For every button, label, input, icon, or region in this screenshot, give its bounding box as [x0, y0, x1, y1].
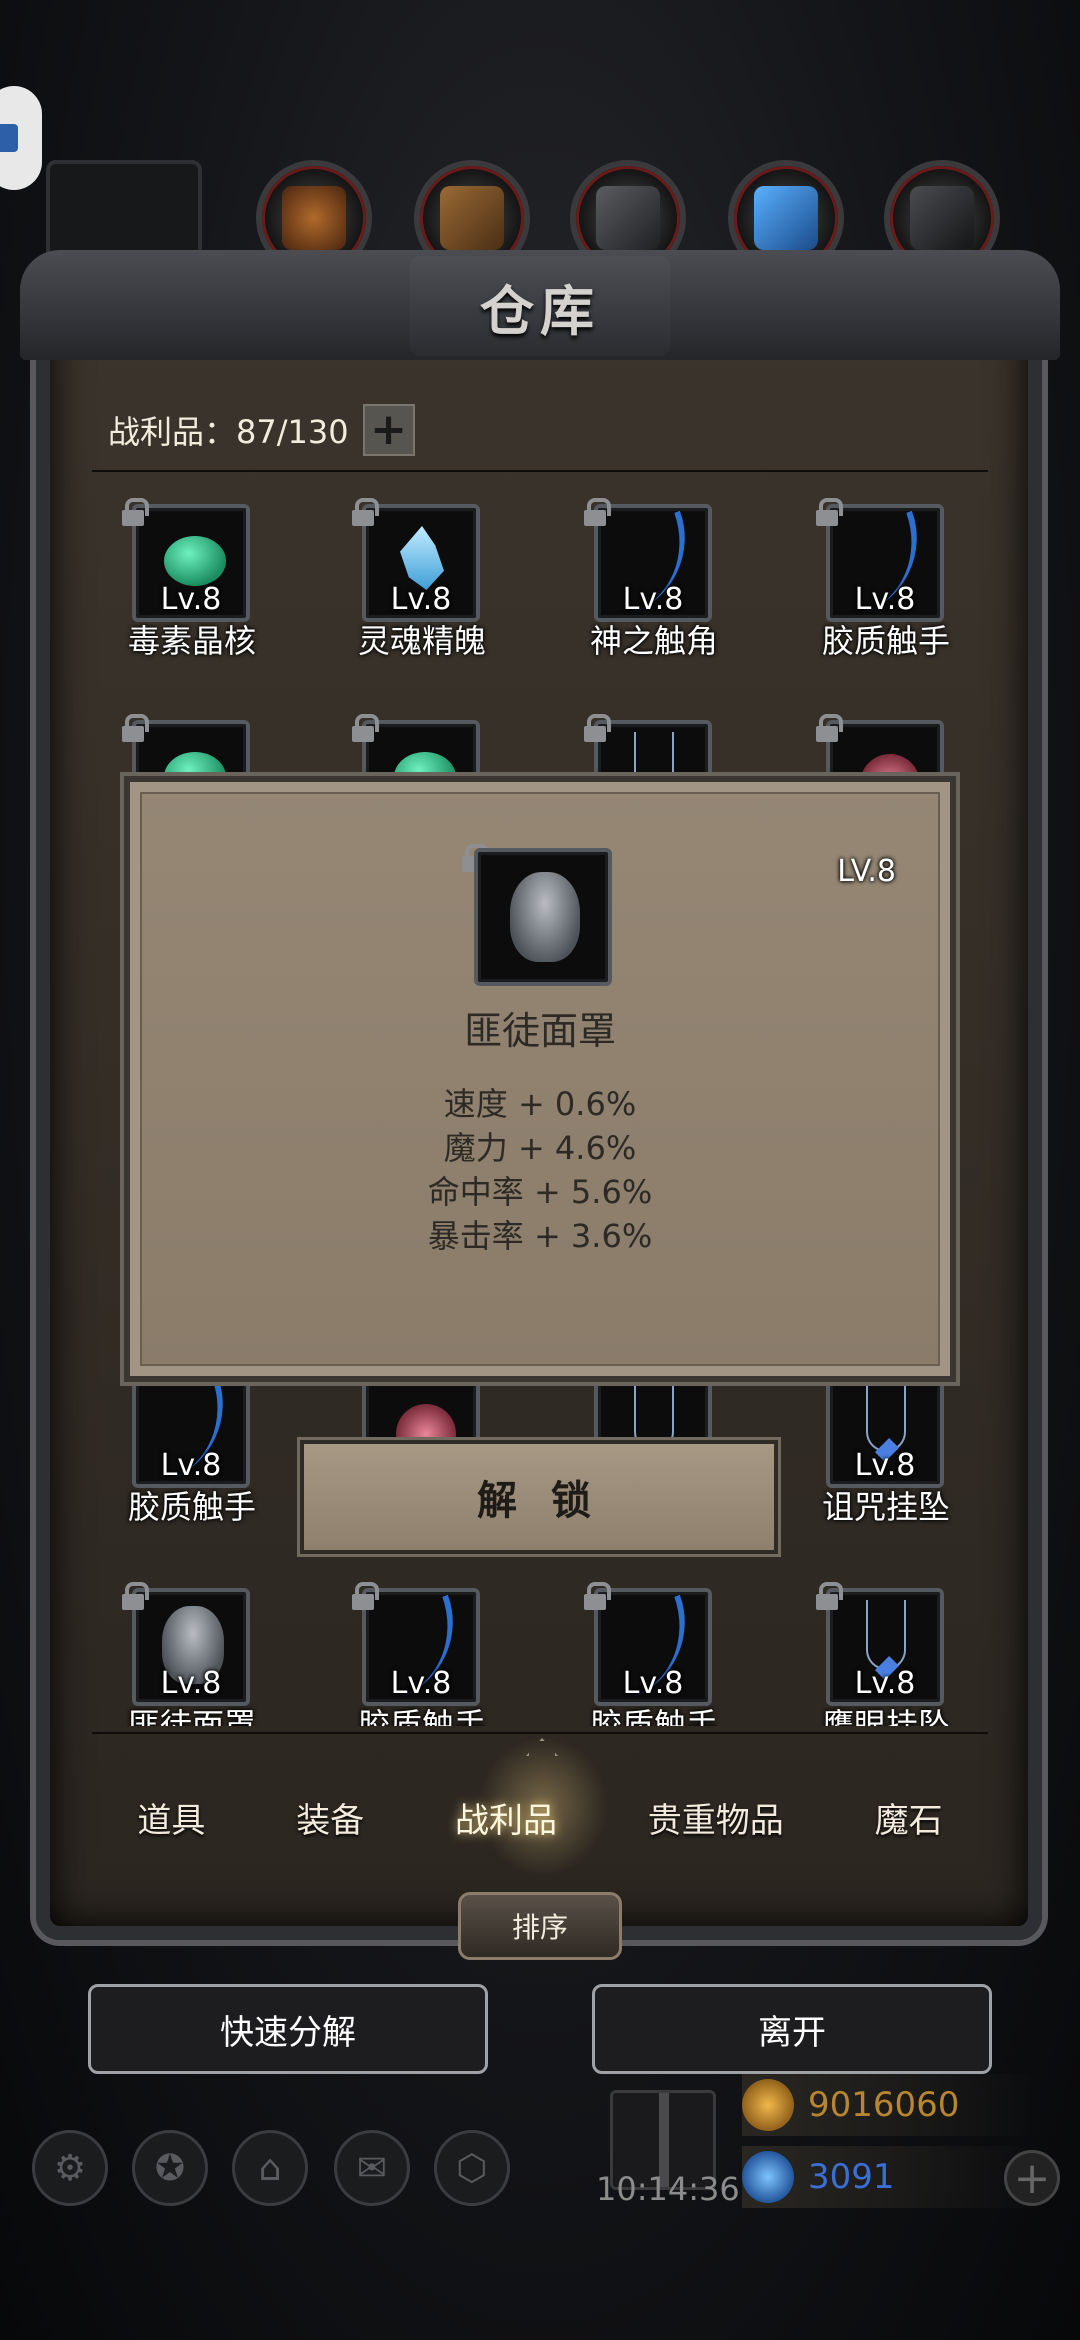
- guild-icon[interactable]: ⌂: [232, 2130, 308, 2206]
- lock-icon: [582, 714, 611, 744]
- inventory-item[interactable]: Lv.8 胶质触手: [322, 1582, 522, 1738]
- necklace-icon: [866, 1382, 906, 1452]
- item-name: 胶质触手: [821, 622, 950, 660]
- plus-icon: +: [370, 404, 408, 455]
- lock-icon: [582, 1582, 611, 1612]
- inventory-item[interactable]: Lv.8 毒素晶核: [92, 498, 292, 660]
- inventory-item[interactable]: Lv.8 灵魂精魄: [322, 498, 522, 660]
- lock-icon: [120, 1582, 149, 1612]
- item-level: Lv.8: [854, 582, 916, 617]
- gem-icon: [164, 536, 226, 586]
- quick-dismantle-button[interactable]: 快速分解: [88, 1984, 488, 2074]
- stat-speed: 速度 + 0.6%: [443, 1085, 637, 1123]
- item-name: 胶质触手: [357, 1706, 486, 1726]
- item-level: Lv.8: [390, 582, 452, 617]
- item-name: 毒素晶核: [127, 622, 256, 660]
- tooltip-item-frame: [474, 848, 612, 986]
- item-level: Lv.8: [622, 1666, 684, 1701]
- panel-title-plate: 仓库: [410, 256, 670, 356]
- lock-icon: [120, 498, 149, 528]
- tab-valuables[interactable]: 贵重物品: [648, 1793, 784, 1842]
- item-name: 胶质触手: [127, 1488, 256, 1526]
- item-name: 灵魂精魄: [357, 622, 486, 660]
- item-level: Lv.8: [160, 1448, 222, 1483]
- page-title: 仓库: [480, 279, 600, 343]
- tooltip-level: LV.8: [837, 854, 896, 889]
- inventory-item[interactable]: Lv.8 胶质触手: [92, 1370, 292, 1526]
- quick-dismantle-label: 快速分解: [220, 2012, 356, 2053]
- leave-button[interactable]: 离开: [592, 1984, 992, 2074]
- tab-equipment[interactable]: 装备: [296, 1793, 364, 1842]
- add-currency-button[interactable]: +: [1004, 2150, 1060, 2206]
- lock-icon: [350, 1582, 379, 1612]
- stat-magic: 魔力 + 4.6%: [443, 1129, 637, 1167]
- category-tabs: 道具 装备 战利品 贵重物品 魔石: [92, 1775, 988, 1859]
- expand-capacity-button[interactable]: +: [362, 404, 415, 456]
- item-level: Lv.8: [160, 582, 222, 617]
- lock-icon: [814, 714, 843, 744]
- item-name: 匪徒面罩: [127, 1706, 256, 1726]
- inventory-item[interactable]: Lv.8 神之触角: [554, 498, 754, 660]
- item-level: Lv.8: [854, 1448, 916, 1483]
- item-level: Lv.8: [390, 1666, 452, 1701]
- mail-icon[interactable]: ✉: [334, 2130, 410, 2206]
- leave-label: 离开: [758, 2012, 826, 2053]
- lock-icon: [350, 714, 379, 744]
- lock-icon: [350, 498, 379, 528]
- divider-bottom: [92, 1732, 988, 1734]
- inventory-item[interactable]: Lv.8 鹰眼挂坠: [786, 1582, 986, 1738]
- tab-loot[interactable]: 战利品: [455, 1793, 557, 1842]
- lock-icon: [814, 1582, 843, 1612]
- item-name: 胶质触手: [589, 1706, 718, 1726]
- gold-coin-icon: [742, 2079, 794, 2131]
- gold-counter: 9016060: [742, 2074, 1042, 2136]
- inventory-item[interactable]: Lv.8 胶质触手: [786, 498, 986, 660]
- item-level: Lv.8: [854, 1666, 916, 1701]
- item-tooltip: LV.8 匪徒面罩 速度 + 0.6% 魔力 + 4.6% 命中率 + 5.6%…: [124, 776, 956, 1382]
- inventory-item[interactable]: Lv.8 匪徒面罩: [92, 1582, 292, 1738]
- shop-icon[interactable]: ⬡: [434, 2130, 510, 2206]
- gem-amount: 3091: [808, 2157, 895, 2197]
- capacity-label: 战利品：87/130: [108, 413, 349, 451]
- tab-magic-stones[interactable]: 魔石: [875, 1793, 943, 1842]
- item-name: 诅咒挂坠: [821, 1488, 950, 1526]
- divider-top: [92, 470, 988, 472]
- tooltip-item-name: 匪徒面罩: [463, 1009, 616, 1053]
- soul-icon: [400, 526, 444, 590]
- avatar[interactable]: [0, 86, 42, 190]
- tab-items[interactable]: 道具: [137, 1793, 205, 1842]
- item-name: 鹰眼挂坠: [821, 1706, 950, 1726]
- unlock-button-label: 解 锁: [477, 1478, 601, 1524]
- gold-amount: 9016060: [808, 2085, 960, 2125]
- gem-counter: 3091: [742, 2146, 1042, 2208]
- capacity-row: 战利品：87/130 +: [108, 404, 415, 456]
- avatar-badge-icon: [0, 124, 18, 152]
- item-name: 神之触角: [589, 622, 718, 660]
- sort-button-label: 排序: [511, 1911, 568, 1944]
- stat-accuracy: 命中率 + 5.6%: [427, 1173, 653, 1211]
- sort-button[interactable]: 排序: [458, 1892, 622, 1960]
- lock-icon: [120, 714, 149, 744]
- achievement-icon[interactable]: ✪: [132, 2130, 208, 2206]
- gem-currency-icon: [742, 2151, 794, 2203]
- inventory-item[interactable]: Lv.8 诅咒挂坠: [786, 1370, 986, 1526]
- stat-crit: 暴击率 + 3.6%: [427, 1217, 653, 1255]
- settings-gear-icon[interactable]: ⚙: [32, 2130, 108, 2206]
- item-level: Lv.8: [160, 1666, 222, 1701]
- lock-icon: [582, 498, 611, 528]
- unlock-button[interactable]: 解 锁: [300, 1440, 778, 1554]
- inventory-item[interactable]: Lv.8 胶质触手: [554, 1582, 754, 1738]
- item-level: Lv.8: [622, 582, 684, 617]
- countdown-timer: 10:14:36: [596, 2170, 740, 2208]
- tooltip-stats: 速度 + 0.6% 魔力 + 4.6% 命中率 + 5.6% 暴击率 + 3.6…: [130, 1082, 950, 1258]
- necklace-icon: [866, 1600, 906, 1670]
- mask-icon: [510, 872, 580, 962]
- lock-icon: [814, 498, 843, 528]
